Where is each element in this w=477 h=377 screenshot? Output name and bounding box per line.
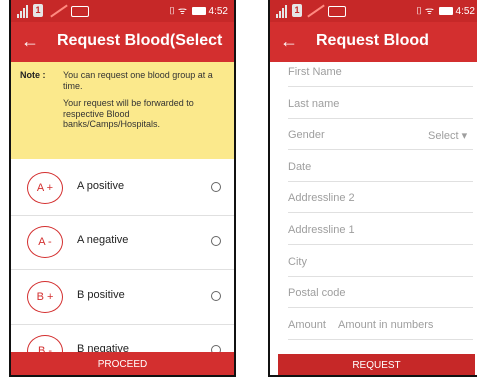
clock: 4:52 (208, 6, 228, 17)
gender-field[interactable]: Gender Select ▾ (288, 129, 477, 159)
blood-group-option[interactable]: A + A positive (11, 159, 234, 215)
blood-group-option[interactable]: A - A negative (11, 213, 234, 269)
vibrate-wifi-icon: ⌷ ᯤ (416, 6, 434, 17)
note-box: Note : You can request one blood group a… (11, 62, 234, 159)
battery-icon (438, 7, 453, 16)
first-name-field[interactable]: First Name (288, 66, 477, 96)
date-field[interactable]: Date (288, 161, 477, 191)
postal-code-field[interactable]: Postal code (288, 287, 477, 317)
blood-group-badge: A + (27, 172, 63, 204)
app-bar: ← Request Blood(Select Bl... (11, 22, 234, 62)
amount-input[interactable]: Amount in numbers (338, 319, 433, 331)
note-label: Note : (20, 70, 46, 80)
blood-group-label: A negative (77, 234, 129, 246)
blood-group-badge: B + (27, 281, 63, 313)
sim-icon: 1 (292, 4, 302, 17)
gender-select-dropdown[interactable]: Select ▾ (428, 129, 467, 142)
battery-icon (191, 7, 206, 16)
battery-outline-icon (71, 6, 89, 17)
blood-group-label: A positive (77, 180, 125, 192)
field-underline (288, 339, 473, 340)
blood-group-label: B positive (77, 289, 125, 301)
address-line-1-field[interactable]: Addressline 1 (288, 224, 477, 254)
page-title: Request Blood(Select Bl... (57, 32, 227, 49)
postal-code-placeholder: Postal code (288, 287, 346, 299)
signal-icon (17, 5, 29, 18)
right-phone-screen: 1 ⌷ ᯤ 4:52 ← Request Blood First Name La… (268, 0, 477, 377)
system-tray: ⌷ ᯤ 4:52 (169, 3, 228, 17)
date-placeholder: Date (288, 161, 312, 173)
vibrate-wifi-icon: ⌷ ᯤ (169, 6, 187, 17)
city-field[interactable]: City (288, 256, 477, 286)
city-placeholder: City (288, 256, 307, 268)
radio-button[interactable] (211, 291, 221, 301)
sim-icon: 1 (33, 4, 43, 17)
note-line-2: Your request will be forwarded to respec… (63, 98, 194, 129)
back-arrow-icon[interactable]: ← (280, 30, 298, 52)
blood-group-option[interactable]: B + B positive (11, 268, 234, 324)
app-bar: ← Request Blood (270, 22, 477, 62)
field-underline (288, 307, 473, 308)
no-signal-icon (50, 4, 68, 18)
left-phone-screen: 1 ⌷ ᯤ 4:52 ← Request Blood(Select Bl... … (9, 0, 236, 377)
gender-label: Gender (288, 129, 325, 141)
field-underline (288, 86, 473, 87)
field-underline (288, 244, 473, 245)
no-signal-icon (307, 4, 325, 18)
battery-outline-icon (328, 6, 346, 17)
blood-group-badge: A - (27, 226, 63, 258)
status-bar: 1 ⌷ ᯤ 4:52 (270, 0, 477, 22)
field-underline (288, 212, 473, 213)
address-line-2-placeholder: Addressline 2 (288, 192, 355, 204)
field-underline (288, 181, 473, 182)
first-name-placeholder: First Name (288, 66, 342, 78)
last-name-field[interactable]: Last name (288, 98, 477, 128)
system-tray: ⌷ ᯤ 4:52 (416, 3, 475, 17)
clock: 4:52 (455, 6, 475, 17)
amount-label: Amount (288, 319, 326, 331)
amount-field[interactable]: Amount Amount in numbers (288, 319, 477, 349)
address-line-1-placeholder: Addressline 1 (288, 224, 355, 236)
radio-button[interactable] (211, 182, 221, 192)
field-underline (288, 149, 473, 150)
back-arrow-icon[interactable]: ← (21, 30, 39, 52)
page-title: Request Blood (316, 32, 429, 49)
radio-button[interactable] (211, 236, 221, 246)
last-name-placeholder: Last name (288, 98, 340, 110)
field-underline (288, 276, 473, 277)
proceed-button[interactable]: PROCEED (11, 352, 234, 375)
status-bar: 1 ⌷ ᯤ 4:52 (11, 0, 234, 22)
request-button[interactable]: REQUEST (278, 354, 475, 375)
signal-icon (276, 5, 288, 18)
address-line-2-field[interactable]: Addressline 2 (288, 192, 477, 222)
field-underline (288, 118, 473, 119)
note-line-1: You can request one blood group at a tim… (63, 70, 213, 91)
